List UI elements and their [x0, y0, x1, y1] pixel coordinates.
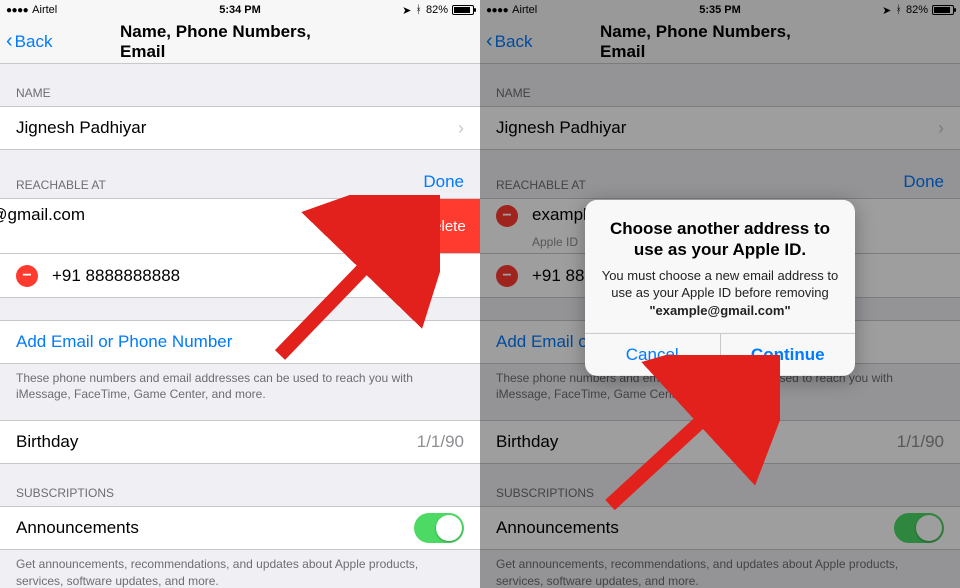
birthday-value: 1/1/90	[897, 432, 944, 452]
alert-continue-button[interactable]: Continue	[720, 334, 856, 376]
chevron-left-icon: ‹	[486, 30, 493, 53]
annotation-arrow	[590, 355, 780, 515]
section-header-reachable: REACHABLE AT Done	[0, 150, 480, 198]
add-contact-button[interactable]: Add Email or Phone Number	[0, 320, 480, 364]
section-header-subscriptions: SUBSCRIPTIONS	[480, 464, 960, 506]
email-value: ample@gmail.com	[0, 205, 85, 225]
alert-message: You must choose a new email address to u…	[601, 267, 839, 320]
birthday-cell[interactable]: Birthday 1/1/90	[480, 420, 960, 464]
content: NAME Jignesh Padhiyar › REACHABLE AT Don…	[0, 64, 480, 588]
phone-right: ●●●● Airtel 5:35 PM ➤ ᚼ 82% ‹ Back Name,…	[480, 0, 960, 588]
announcements-toggle[interactable]	[414, 513, 464, 543]
status-bar: ●●●● Airtel 5:34 PM ➤ ᚼ 82%	[0, 0, 480, 20]
chevron-left-icon: ‹	[6, 30, 13, 53]
subscriptions-footer: Get announcements, recommendations, and …	[0, 550, 480, 588]
back-label: Back	[495, 32, 533, 52]
battery-percent: 82%	[906, 4, 928, 16]
add-contact-label: Add Email or Phone Number	[16, 332, 232, 352]
bluetooth-icon: ᚼ	[895, 4, 902, 16]
birthday-cell[interactable]: Birthday 1/1/90	[0, 420, 480, 464]
section-header-subscriptions: SUBSCRIPTIONS	[0, 464, 480, 506]
name-value: Jignesh Padhiyar	[16, 118, 146, 138]
email-subtitle: Apple ID	[532, 235, 578, 249]
email-cell[interactable]: ample@gmail.com ole ID Delete	[0, 198, 480, 254]
battery-icon	[452, 5, 474, 15]
done-button[interactable]: Done	[903, 172, 944, 192]
announcements-label: Announcements	[496, 518, 619, 538]
back-button[interactable]: ‹ Back	[480, 30, 532, 53]
phone-cell[interactable]: − +91 8888888888	[0, 254, 480, 298]
remove-minus-icon[interactable]: −	[496, 205, 518, 227]
announcements-cell: Announcements	[0, 506, 480, 550]
birthday-value: 1/1/90	[417, 432, 464, 452]
done-button[interactable]: Done	[423, 172, 464, 192]
alert-cancel-button[interactable]: Cancel	[585, 334, 720, 376]
signal-icon: ●●●●	[6, 5, 28, 16]
section-header-reachable: REACHABLE AT Done	[480, 150, 960, 198]
alert-dialog: Choose another address to use as your Ap…	[585, 200, 855, 376]
carrier-label: Airtel	[32, 4, 57, 16]
announcements-cell: Announcements	[480, 506, 960, 550]
birthday-label: Birthday	[496, 432, 558, 452]
remove-minus-icon[interactable]: −	[496, 265, 518, 287]
status-bar: ●●●● Airtel 5:35 PM ➤ ᚼ 82%	[480, 0, 960, 20]
battery-icon	[932, 5, 954, 15]
page-title: Name, Phone Numbers, Email	[600, 22, 840, 62]
delete-button[interactable]: Delete	[408, 199, 480, 253]
signal-icon: ●●●●	[486, 5, 508, 16]
reachable-label: REACHABLE AT	[16, 178, 106, 192]
announcements-label: Announcements	[16, 518, 139, 538]
alert-title: Choose another address to use as your Ap…	[601, 218, 839, 261]
phone-left: ●●●● Airtel 5:34 PM ➤ ᚼ 82% ‹ Back Name,…	[0, 0, 480, 588]
nav-bar: ‹ Back Name, Phone Numbers, Email	[480, 20, 960, 64]
clock: 5:35 PM	[699, 4, 741, 16]
birthday-label: Birthday	[16, 432, 78, 452]
subscriptions-footer: Get announcements, recommendations, and …	[480, 550, 960, 588]
battery-percent: 82%	[426, 4, 448, 16]
carrier-label: Airtel	[512, 4, 537, 16]
section-header-name: NAME	[0, 64, 480, 106]
remove-minus-icon[interactable]: −	[16, 265, 38, 287]
nav-arrow-icon: ➤	[402, 4, 411, 17]
name-cell[interactable]: Jignesh Padhiyar ›	[0, 106, 480, 150]
announcements-toggle[interactable]	[894, 513, 944, 543]
name-cell[interactable]: Jignesh Padhiyar ›	[480, 106, 960, 150]
name-value: Jignesh Padhiyar	[496, 118, 626, 138]
clock: 5:34 PM	[219, 4, 261, 16]
back-button[interactable]: ‹ Back	[0, 30, 52, 53]
chevron-right-icon: ›	[938, 118, 944, 139]
section-header-name: NAME	[480, 64, 960, 106]
phone-value: +91 8888888888	[52, 266, 180, 286]
nav-arrow-icon: ➤	[882, 4, 891, 17]
page-title: Name, Phone Numbers, Email	[120, 22, 360, 62]
bluetooth-icon: ᚼ	[415, 4, 422, 16]
reachable-footer: These phone numbers and email addresses …	[0, 364, 480, 420]
reachable-label: REACHABLE AT	[496, 178, 586, 192]
back-label: Back	[15, 32, 53, 52]
nav-bar: ‹ Back Name, Phone Numbers, Email	[0, 20, 480, 64]
chevron-right-icon: ›	[458, 118, 464, 139]
delete-label: Delete	[422, 218, 465, 235]
